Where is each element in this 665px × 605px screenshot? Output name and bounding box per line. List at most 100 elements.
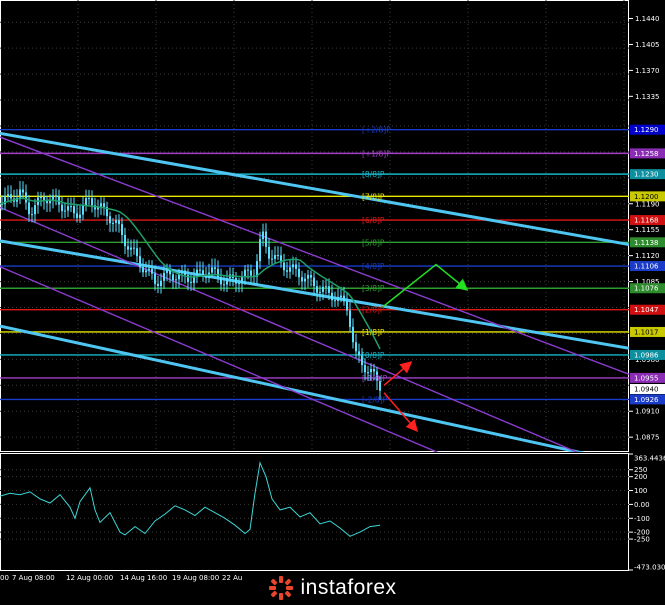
price-label-text: 1.1200 (634, 193, 659, 201)
price-bar-body (295, 264, 297, 269)
price-bar-body (28, 202, 30, 215)
price-bar-body (148, 268, 150, 271)
price-bar-body (55, 195, 57, 197)
price-bar-body (214, 267, 216, 269)
price-bar-body (22, 189, 24, 193)
price-label-text: 1.1017 (634, 328, 659, 336)
price-bar-body (328, 286, 330, 293)
indicator-tick-label: 363.4436 (634, 455, 665, 463)
price-tick-label: 1.0910 (635, 408, 660, 416)
price-bar-body (334, 300, 336, 302)
price-bar-body (25, 192, 27, 203)
price-bar-body (364, 365, 366, 373)
price-bar-body (346, 301, 348, 311)
price-bar-body (196, 269, 198, 276)
murrey-level-label: [4/8]P (362, 262, 385, 271)
price-bar-body (373, 369, 375, 372)
price-bar-body (286, 270, 288, 272)
murrey-math-lines (0, 128, 629, 401)
price-bar-body (142, 267, 144, 273)
price-bar-body (247, 269, 249, 271)
price-tick-label: 1.1120 (635, 252, 660, 260)
price-bar-body (235, 278, 237, 284)
indicator-tick-label: -100 (634, 515, 650, 523)
price-bar-body (259, 239, 261, 262)
price-bar-body (181, 270, 183, 274)
price-bar-body (250, 270, 252, 276)
price-bar-body (136, 248, 138, 257)
price-bar-body (154, 273, 156, 284)
time-label: 14 Aug 16:00 (120, 574, 167, 582)
price-bar-body (199, 269, 201, 271)
price-bar-body (115, 220, 117, 223)
price-bar-body (118, 220, 120, 225)
price-bar-body (31, 214, 33, 216)
channel-lower-line (0, 324, 586, 452)
murrey-level-label: [7/8]P (362, 192, 385, 201)
murrey-level-label: [-1/8]P (362, 374, 388, 383)
time-label: 00 (0, 574, 9, 582)
price-bar-body (91, 198, 93, 206)
price-bar-body (292, 264, 294, 268)
price-bar-body (40, 197, 42, 199)
price-bar-body (271, 258, 273, 260)
trading-chart: [+2/8]P [+1/8]P [8/8]P [7/8]P [6/8]P [5/8]P [4… (0, 0, 665, 582)
price-bar-body (322, 286, 324, 292)
price-bar-body (79, 214, 81, 219)
price-label-text: 1.0955 (634, 374, 659, 382)
price-bar-body (316, 286, 318, 293)
price-bar-body (211, 267, 213, 273)
price-bar-body (157, 283, 159, 287)
channel-purple-middle (0, 206, 579, 452)
murrey-level-label: [3/8]P (362, 284, 385, 293)
price-bar-body (145, 270, 147, 273)
price-bar-body (124, 234, 126, 247)
price-panel-frame (0, 0, 629, 452)
forecast-arrow-up-red (383, 361, 413, 386)
cci-path (0, 461, 381, 537)
murrey-level-label: [2/8]P (362, 306, 385, 315)
price-bar-body (190, 281, 192, 283)
price-bar-body (169, 270, 171, 275)
price-bar-body (67, 206, 69, 211)
indicator-tick-label: -250 (634, 536, 650, 544)
murrey-level-label: [+2/8]P (362, 126, 391, 135)
price-bar-body (265, 231, 267, 247)
murrey-level-label: [0/8]P (362, 351, 385, 360)
price-bar-body (238, 283, 240, 285)
price-bar-body (301, 277, 303, 282)
indicator-panel-frame (0, 453, 629, 571)
price-bar-body (34, 205, 36, 215)
price-bar-body (109, 216, 111, 224)
price-bar-body (82, 205, 84, 215)
price-label-text: 1.1106 (634, 263, 659, 271)
murrey-level-label: [-2/8]P (362, 395, 388, 404)
price-bar-body (310, 274, 312, 278)
price-bar-body (313, 277, 315, 287)
price-bar-body (10, 194, 12, 199)
price-bar-body (61, 204, 63, 212)
price-bar-body (325, 286, 327, 288)
price-bar-body (70, 206, 72, 208)
price-bar-body (166, 270, 168, 273)
price-label-text: 1.1076 (634, 285, 659, 293)
price-bar-body (139, 256, 141, 268)
price-bar-body (217, 268, 219, 278)
price-bar-body (304, 278, 306, 282)
price-tick-label: 1.1440 (635, 15, 660, 23)
murrey-level-label: [5/8]P (362, 238, 385, 247)
trend-channels (0, 131, 629, 452)
murrey-level-label: [+1/8]P (362, 149, 391, 158)
price-bar-body (151, 268, 153, 274)
price-bar-body (343, 295, 345, 302)
price-bar-body (88, 198, 90, 200)
price-bar-body (121, 224, 123, 235)
price-label-text: 1.0926 (634, 396, 659, 404)
price-tick-label: 1.1335 (635, 93, 660, 101)
price-bar-body (175, 279, 177, 281)
murrey-level-label: [8/8]P (362, 170, 385, 179)
price-bar-body (244, 269, 246, 277)
price-label-text: 1.1047 (634, 306, 659, 314)
price-bar-body (64, 210, 66, 212)
price-bar-body (76, 213, 78, 219)
